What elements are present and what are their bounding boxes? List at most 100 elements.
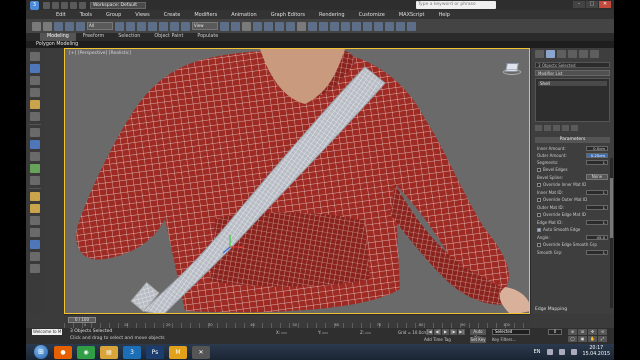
viewcube-ring[interactable]: [503, 69, 521, 75]
auto-key-button[interactable]: Auto Key: [470, 329, 486, 340]
graphite-toggle-icon[interactable]: [341, 21, 350, 31]
minimize-button[interactable]: –: [573, 1, 585, 8]
angle-snap-icon[interactable]: [264, 21, 273, 31]
stack-item-shell[interactable]: Shell: [538, 81, 607, 86]
rectangular-selection-icon[interactable]: [137, 21, 146, 31]
checkbox-box[interactable]: [537, 212, 541, 217]
schematic-view-icon[interactable]: [363, 21, 372, 31]
language-indicator[interactable]: EN: [534, 349, 541, 355]
open-file-icon[interactable]: [52, 1, 59, 9]
z-field[interactable]: [365, 332, 372, 334]
add-time-tag-button[interactable]: Add Time Tag: [424, 337, 451, 342]
make-unique-icon[interactable]: [553, 125, 560, 131]
checkbox-box[interactable]: [537, 182, 541, 187]
align-icon[interactable]: [319, 21, 328, 31]
override-edge-mat-checkbox[interactable]: Override Edge Mat ID: [537, 212, 608, 217]
modify-tab-icon[interactable]: [546, 50, 555, 58]
scrollbar-thumb[interactable]: [610, 178, 613, 238]
volume-icon[interactable]: [570, 349, 577, 355]
bevel-spline-button[interactable]: None: [586, 174, 608, 180]
zoom-all-icon[interactable]: ⊞: [578, 329, 587, 335]
menu-create[interactable]: Create: [164, 12, 181, 18]
x-field[interactable]: [281, 332, 288, 334]
current-frame-field[interactable]: 0: [548, 329, 562, 335]
particle-icon[interactable]: [30, 216, 40, 225]
checkbox-box[interactable]: [537, 197, 541, 202]
go-to-end-button[interactable]: ▶|: [458, 329, 465, 335]
layer-manager-icon[interactable]: [330, 21, 339, 31]
hierarchy-tab-icon[interactable]: [557, 50, 566, 58]
material-editor-icon[interactable]: [374, 21, 383, 31]
undo-icon[interactable]: [70, 1, 77, 9]
percent-snap-icon[interactable]: [275, 21, 284, 31]
tool-icon[interactable]: ✕: [192, 345, 210, 359]
maximize-button[interactable]: □: [586, 1, 598, 8]
segments-spinner[interactable]: 1: [586, 159, 608, 165]
tab-populate[interactable]: Populate: [190, 33, 225, 41]
object-name-field[interactable]: 3 Objects Selected: [535, 62, 610, 68]
menu-graph-editors[interactable]: Graph Editors: [271, 12, 305, 18]
next-frame-button[interactable]: |▶: [450, 329, 457, 335]
modifier-list-dropdown[interactable]: Modifier List: [535, 70, 610, 76]
photoshop-icon[interactable]: Ps: [146, 345, 164, 359]
create-icon[interactable]: [30, 52, 40, 61]
polygon-modeling-label[interactable]: Polygon Modeling: [36, 41, 78, 48]
bind-space-warp-icon[interactable]: [76, 21, 85, 31]
link-icon[interactable]: [54, 21, 63, 31]
helpers-icon[interactable]: [30, 128, 40, 137]
file-explorer-icon[interactable]: ▤: [100, 345, 118, 359]
outer-mat-spinner[interactable]: 1: [586, 204, 608, 210]
lights-icon[interactable]: [30, 100, 40, 109]
menu-views[interactable]: Views: [135, 12, 149, 18]
geometry-icon[interactable]: [30, 76, 40, 85]
tab-object-paint[interactable]: Object Paint: [147, 33, 190, 41]
go-to-start-button[interactable]: |◀: [426, 329, 433, 335]
zoom-extents-icon[interactable]: ✥: [588, 329, 597, 335]
override-inner-mat-checkbox[interactable]: Override Inner Mat ID: [537, 182, 608, 187]
command-panel-scrollbar[interactable]: [610, 158, 613, 308]
new-scene-icon[interactable]: [43, 1, 50, 9]
group-icon[interactable]: [30, 264, 40, 273]
mudbox-icon[interactable]: M: [169, 345, 187, 359]
workspace-dropdown[interactable]: Workspace: Default: [90, 1, 146, 9]
keyboard-shortcut-icon[interactable]: [242, 21, 251, 31]
mirror-icon[interactable]: [308, 21, 317, 31]
pin-stack-icon[interactable]: [535, 125, 542, 131]
key-filters-button[interactable]: Key Filters...: [492, 337, 516, 342]
spinner-snap-icon[interactable]: [286, 21, 295, 31]
select-manipulate-icon[interactable]: [231, 21, 240, 31]
outer-amount-spinner[interactable]: 0.25cm: [586, 152, 608, 158]
checkbox-box[interactable]: [537, 227, 541, 232]
menu-rendering[interactable]: Rendering: [319, 12, 345, 18]
set-key-button[interactable]: Set Key: [470, 337, 486, 343]
maximize-viewport-icon[interactable]: ⤢: [598, 336, 607, 342]
render-setup-icon[interactable]: [385, 21, 394, 31]
redo-toolbar-icon[interactable]: [43, 21, 52, 31]
3dsmax-icon[interactable]: 3: [123, 345, 141, 359]
maxscript-listener-field[interactable]: Welcome to M: [32, 329, 62, 335]
menu-maxscript[interactable]: MAXScript: [399, 12, 425, 18]
reference-coordinate-dropdown[interactable]: View: [192, 22, 218, 30]
menu-modifiers[interactable]: Modifiers: [194, 12, 217, 18]
menu-tools[interactable]: Tools: [80, 12, 92, 18]
previous-frame-button[interactable]: ◀|: [434, 329, 441, 335]
tab-selection[interactable]: Selection: [111, 33, 147, 41]
select-and-move-icon[interactable]: [159, 21, 168, 31]
network-icon[interactable]: [558, 349, 565, 355]
selection-filter-dropdown[interactable]: All: [87, 22, 113, 30]
cameras-icon[interactable]: [30, 112, 40, 121]
display-tab-icon[interactable]: [579, 50, 588, 58]
scene-explorer-icon[interactable]: [30, 164, 40, 173]
start-button[interactable]: ⊞: [34, 345, 48, 359]
hierarchy-icon[interactable]: [30, 176, 40, 185]
search-input[interactable]: Type a keyword or phrase: [416, 1, 496, 9]
smooth-grp-spinner[interactable]: 1: [586, 249, 608, 255]
unlink-icon[interactable]: [65, 21, 74, 31]
menu-customize[interactable]: Customize: [359, 12, 385, 18]
display-filter-icon[interactable]: [30, 64, 40, 73]
menu-animation[interactable]: Animation: [231, 12, 257, 18]
auto-smooth-checkbox[interactable]: Auto Smooth Edge: [537, 227, 608, 232]
inner-mat-spinner[interactable]: 1: [586, 189, 608, 195]
checkbox-box[interactable]: [537, 167, 541, 172]
redo-icon[interactable]: [79, 1, 86, 9]
